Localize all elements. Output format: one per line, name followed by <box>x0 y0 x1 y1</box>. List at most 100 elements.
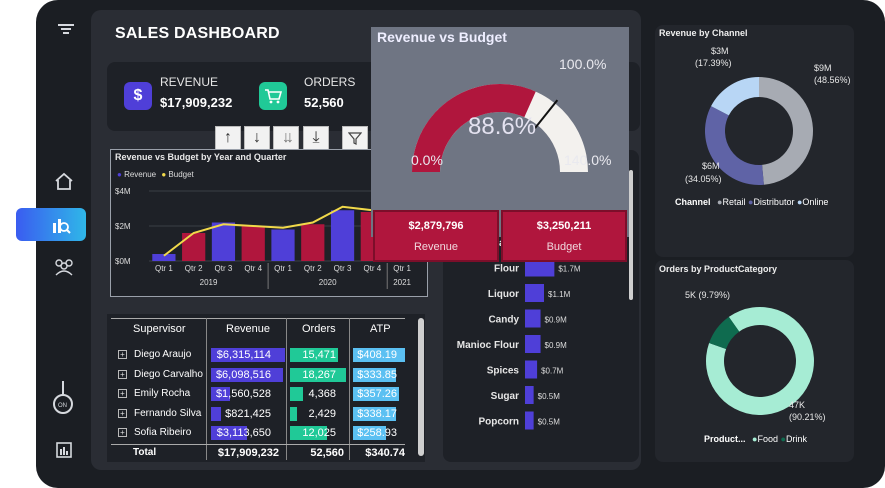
product-bar[interactable] <box>525 360 538 379</box>
legend-food: Food <box>757 434 778 444</box>
product-bar[interactable] <box>525 411 534 430</box>
gauge-min: 0.0% <box>411 152 443 168</box>
distributor-pct-label: (34.05%) <box>685 174 722 184</box>
legend-online: Online <box>802 197 829 207</box>
supervisor-name: Sofia Ribeiro <box>134 427 192 439</box>
table-row[interactable]: + Emily Rocha $1,560,528 4,368 $357.26 <box>107 385 417 403</box>
online-value-label: $3M <box>711 46 729 56</box>
revenue-cell: $821,425 <box>225 407 271 420</box>
header-atp[interactable]: ATP <box>370 323 391 335</box>
product-bar[interactable] <box>525 284 544 302</box>
supervisor-name: Fernando Silva <box>134 407 202 419</box>
drill-down-icon[interactable]: ↓ <box>244 126 270 150</box>
gauge-value: 88.6% <box>468 113 537 140</box>
revenue-card-label: Revenue <box>413 241 459 253</box>
revenue-cell: $1,560,528 <box>215 388 271 401</box>
sidebar: ON <box>16 0 92 488</box>
revenue-bar[interactable] <box>241 226 265 261</box>
year-label: 2020 <box>319 278 337 287</box>
product-bar[interactable] <box>525 309 541 328</box>
revenue-bar[interactable] <box>301 224 325 261</box>
revenue-bar[interactable] <box>211 222 236 262</box>
category-legend: Product... ●Food ●Drink <box>704 434 807 444</box>
expand-all-icon[interactable]: ↓↓ <box>273 126 299 150</box>
category-label: Popcorn <box>478 417 519 428</box>
year-label: 2021 <box>393 278 411 287</box>
category-legend-title: Product... <box>704 434 746 444</box>
revenue-bar[interactable] <box>182 233 206 261</box>
table-row[interactable]: + Diego Araujo $6,315,114 15,471 $408.19 <box>107 346 417 364</box>
product-bar[interactable] <box>525 335 541 353</box>
category-label: Candy <box>488 315 519 326</box>
revenue-cell: $6,315,114 <box>216 349 271 361</box>
revenue-bar[interactable] <box>271 229 295 262</box>
legend-drink: Drink <box>785 434 807 444</box>
page-title: SALES DASHBOARD <box>115 25 280 42</box>
category-label: Flour <box>494 264 519 275</box>
expand-icon[interactable]: + <box>118 389 127 399</box>
expand-icon[interactable]: + <box>118 408 127 418</box>
table-scrollbar[interactable] <box>418 318 424 456</box>
distributor-value-label: $6M <box>702 161 720 171</box>
orders-cell: 15,471 <box>302 349 336 361</box>
home-icon[interactable] <box>52 170 76 192</box>
supervisor-name: Emily Rocha <box>134 388 191 400</box>
menu-icon[interactable] <box>56 20 76 38</box>
table-row[interactable]: + Sofia Ribeiro $3,113,650 12,025 $258.93 <box>107 424 417 442</box>
y-tick-label: $0M <box>115 257 131 266</box>
orders-cell: 4,368 <box>308 388 336 401</box>
product-value-label: $0.5M <box>538 418 561 427</box>
product-value-label: $0.9M <box>545 341 568 350</box>
channel-legend: Channel ●Retail ●Distributor ●Online <box>675 197 829 207</box>
analytics-icon[interactable] <box>16 208 86 241</box>
expand-icon[interactable]: + <box>118 350 127 359</box>
donut-slice[interactable] <box>759 77 813 185</box>
orders-kpi-label: ORDERS <box>304 75 356 89</box>
gauge-target: 100.0% <box>559 56 607 72</box>
product-value-label: $0.7M <box>541 367 564 376</box>
expand-hierarchy-icon[interactable]: ⤓ <box>303 126 329 150</box>
donut-slice[interactable] <box>711 77 759 116</box>
category-label: Sugar <box>491 391 519 402</box>
product-bar[interactable] <box>525 386 534 404</box>
legend-distributor: Distributor <box>753 197 795 207</box>
revenue-kpi-value: $17,909,232 <box>160 95 233 110</box>
header-orders[interactable]: Orders <box>302 323 336 335</box>
expand-icon[interactable]: + <box>118 369 127 379</box>
food-pct-label: (90.21%) <box>789 412 826 422</box>
x-tick-label: Qtr 1 <box>155 264 173 273</box>
header-supervisor[interactable]: Supervisor <box>133 323 186 335</box>
x-tick-label: Qtr 3 <box>334 264 352 273</box>
people-icon[interactable] <box>52 256 76 278</box>
total-orders: 52,560 <box>310 447 344 459</box>
orders-cell: 18,267 <box>302 368 336 381</box>
report-icon[interactable] <box>54 440 74 460</box>
revenue-bar <box>211 406 221 421</box>
x-tick-label: Qtr 4 <box>363 264 381 273</box>
product-scrollbar[interactable] <box>629 170 633 300</box>
filter-icon[interactable] <box>342 126 368 150</box>
table-row[interactable]: + Fernando Silva $821,425 2,429 $338.17 <box>107 405 417 423</box>
atp-cell: $338.17 <box>357 407 397 420</box>
table-row[interactable]: + Diego Carvalho $6,098,516 18,267 $333.85 <box>107 366 417 384</box>
retail-pct-label: (48.56%) <box>814 75 851 85</box>
category-label: Spices <box>487 366 520 377</box>
total-atp: $340.74 <box>365 447 405 459</box>
y-tick-label: $4M <box>115 187 131 196</box>
orders-by-category-panel[interactable]: Orders by ProductCategory 5K (9.79%) 47K… <box>655 260 854 462</box>
supervisor-table[interactable]: Supervisor Revenue Orders ATP + Diego Ara… <box>107 314 425 462</box>
power-icon[interactable]: ON <box>50 378 76 416</box>
total-label: Total <box>133 447 157 458</box>
revenue-bar[interactable] <box>330 210 355 261</box>
cart-icon <box>259 82 287 110</box>
y-tick-label: $2M <box>115 222 131 231</box>
x-tick-label: Qtr 1 <box>393 264 411 273</box>
revenue-budget-popup: Revenue vs Budget 88.6% 0.0% 100.0% 140.… <box>371 27 629 262</box>
expand-icon[interactable]: + <box>118 428 127 438</box>
legend-retail: Retail <box>722 197 746 207</box>
atp-cell: $258.93 <box>357 427 397 440</box>
drill-up-icon[interactable]: ↑ <box>215 126 241 150</box>
svg-text:ON: ON <box>58 403 67 409</box>
header-revenue[interactable]: Revenue <box>226 323 270 335</box>
revenue-by-channel-panel[interactable]: Revenue by Channel $3M (17.39%) $9M (48.… <box>655 25 854 257</box>
